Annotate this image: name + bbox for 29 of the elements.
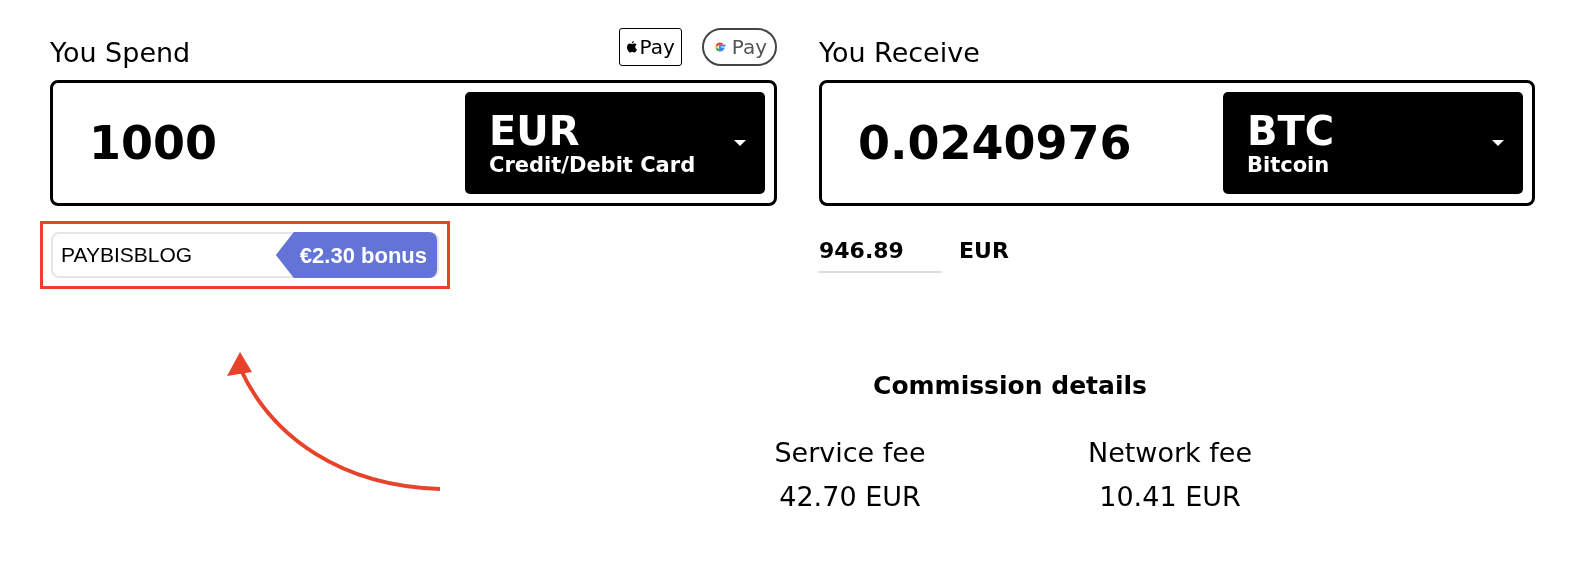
apple-pay-badge[interactable]: Pay xyxy=(619,28,682,66)
caret-icon xyxy=(1491,139,1505,147)
currency-code: BTC xyxy=(1247,110,1335,151)
amount-value: 0.0240976 xyxy=(858,114,1132,172)
fee-label: Service fee xyxy=(774,435,926,470)
amount-field[interactable]: 0.0240976 BTC Bitcoin xyxy=(819,80,1535,206)
fee-label: Network fee xyxy=(1087,435,1252,470)
section-label: You Spend xyxy=(50,39,191,66)
apple-icon xyxy=(626,40,639,54)
google-pay-badge[interactable]: Pay xyxy=(701,28,777,66)
currency-code: EUR xyxy=(489,110,581,151)
promo-code-field[interactable]: PAYBISBLOG €2.30 bonus xyxy=(51,232,439,278)
pay-text: Pay xyxy=(731,34,767,61)
caret-icon xyxy=(733,139,747,147)
fee-value: 10.41 EUR xyxy=(1099,479,1241,514)
fee-value: 42.70 EUR xyxy=(779,479,921,514)
pay-text: Pay xyxy=(639,34,675,61)
currency-dropdown[interactable]: BTC Bitcoin xyxy=(1223,92,1523,194)
bonus-tag: €2.30 bonus xyxy=(275,232,437,278)
rate-field[interactable]: 946.89 xyxy=(819,234,941,273)
promo-code: PAYBISBLOG xyxy=(61,242,193,269)
rate-unit: EUR xyxy=(959,237,1009,265)
commission-title: Commission details xyxy=(873,370,1147,402)
currency-dropdown[interactable]: EUR Credit/Debit Card xyxy=(465,92,765,194)
section-label: You Receive xyxy=(819,39,980,66)
currency-name: Credit/Debit Card xyxy=(489,154,696,176)
amount-value: 1000 xyxy=(89,114,218,172)
currency-name: Bitcoin xyxy=(1247,154,1331,176)
amount-field[interactable]: 1000 EUR Credit/Debit Card xyxy=(50,80,777,206)
